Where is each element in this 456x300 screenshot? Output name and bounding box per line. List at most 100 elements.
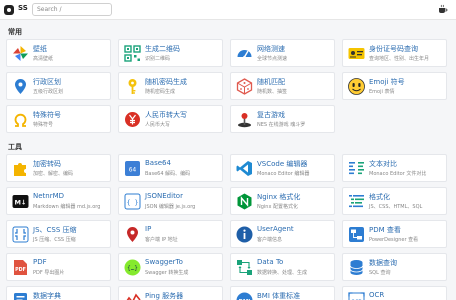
markdown-icon: M↓ xyxy=(12,193,29,210)
tool-card-title: 加密转码 xyxy=(33,160,61,168)
tool-card-description: JS 压缩、CSS 压缩 xyxy=(33,237,76,243)
tool-card-description: 全球节点测速 xyxy=(257,56,288,62)
tool-card-title: 特殊符号 xyxy=(33,111,61,119)
info-icon xyxy=(236,226,253,243)
puzzle-icon xyxy=(12,160,29,177)
tool-card-pdm[interactable]: PDM 查看 PowerDesigner 查看 xyxy=(342,220,447,248)
compress-icon xyxy=(12,226,29,243)
diff-icon xyxy=(348,160,365,177)
tool-card-format[interactable]: 格式化 JS、CSS、HTML、SQL xyxy=(342,187,447,215)
tool-card-title: 随机密码生成 xyxy=(145,78,187,86)
tool-card-diff[interactable]: 文本对比 Monaco Editor 文件对比 xyxy=(342,154,447,182)
pinwheel-icon xyxy=(12,45,29,62)
tool-card-compress[interactable]: JS、CSS 压缩 JS 压缩、CSS 压缩 xyxy=(6,220,111,248)
tool-card-title: 人民币转大写 xyxy=(145,111,187,119)
yuan-icon xyxy=(124,111,141,128)
data-to-icon xyxy=(236,259,253,276)
tool-card-description: 随机数、抽签 xyxy=(257,89,288,95)
ping-icon xyxy=(124,292,141,300)
tool-card-omega[interactable]: 特殊符号 特殊符号 xyxy=(6,105,111,133)
qrcode-icon xyxy=(124,45,141,62)
tool-card-title: UserAgent xyxy=(257,225,294,233)
tool-card-description: JSON 编辑器 je.js.org xyxy=(145,204,196,210)
tool-card-description: Monaco Editor 编辑器 xyxy=(257,171,310,177)
tool-card-title: Nginx 格式化 xyxy=(257,193,301,201)
tool-card-title: 行政区划 xyxy=(33,78,61,86)
pdf-icon: PDF xyxy=(12,259,29,276)
tool-card-id-card[interactable]: 身份证号码查询 查询地区、性别、出生年月 xyxy=(342,39,447,67)
tool-card-title: Base64 xyxy=(145,159,171,167)
svg-text:PDF: PDF xyxy=(15,267,26,273)
coffee-cup-icon[interactable] xyxy=(438,4,448,14)
tool-card-dice[interactable]: 随机匹配 随机数、抽签 xyxy=(230,72,335,100)
tool-card-key[interactable]: 随机密码生成 随机密码生成 xyxy=(118,72,223,100)
tool-card-nginx[interactable]: Nginx 格式化 Nginx 配置格式化 xyxy=(230,187,335,215)
tool-card-database[interactable]: 数据查询 SQL 查询 xyxy=(342,253,447,281)
tool-card-title: 格式化 xyxy=(369,193,390,201)
tool-card-description: 随机密码生成 xyxy=(145,89,176,95)
key-icon xyxy=(124,78,141,95)
tool-card-ip-pin[interactable]: IP 客户端 IP 地址 xyxy=(118,220,223,248)
tool-card-bmi[interactable]: BMIBMI 体重标准中国成人超重和肥胖标准 xyxy=(230,286,335,300)
tool-card-description: PDF 导出图片 xyxy=(33,270,65,276)
tool-card-description: 客户端 IP 地址 xyxy=(145,237,178,243)
tool-card-puzzle[interactable]: 加密转码 加密、解密、编码 xyxy=(6,154,111,182)
tool-card-description: 数据转换、处理、生成 xyxy=(257,270,308,276)
tool-card-description: NES 在线游戏 魂斗罗 xyxy=(257,122,306,128)
svg-text:M↓: M↓ xyxy=(15,199,27,207)
tool-card-yuan[interactable]: 人民币转大写 人民币大写 xyxy=(118,105,223,133)
tool-card-title: PDF xyxy=(33,258,47,266)
nginx-icon xyxy=(236,193,253,210)
tool-card-joystick[interactable]: 复古游戏 NES 在线游戏 魂斗罗 xyxy=(230,105,335,133)
tool-card-base64[interactable]: 64 Base64 Base64 解码、编码 xyxy=(118,154,223,182)
tool-card-title: JSONEditor xyxy=(145,192,183,200)
tool-card-title: IP xyxy=(145,225,152,233)
bmi-icon: BMI xyxy=(236,292,253,300)
tool-card-json[interactable]: { } JSONEditor JSON 编辑器 je.js.org xyxy=(118,187,223,215)
tool-card-pinwheel[interactable]: 壁纸 高清壁纸 xyxy=(6,39,111,67)
tool-card-description: SQL 查询 xyxy=(369,270,391,276)
tool-card-swagger[interactable]: {…} SwaggerTo Swagger 转换生成 xyxy=(118,253,223,281)
tool-card-speedometer[interactable]: 网络测速 全球节点测速 xyxy=(230,39,335,67)
swagger-icon: {…} xyxy=(124,259,141,276)
tool-card-title: 文本对比 xyxy=(369,160,397,168)
ocr-icon: OCR xyxy=(348,292,365,300)
pdm-icon xyxy=(348,226,365,243)
tool-card-title: Ping 服务器 xyxy=(145,292,184,300)
tool-card-title: JS、CSS 压缩 xyxy=(33,226,77,234)
location-pin-icon xyxy=(12,78,29,95)
tool-card-location-pin[interactable]: 行政区划五级行政区划 xyxy=(6,72,111,100)
tool-card-description: Markdown 编辑器 md.js.org xyxy=(33,204,101,210)
base64-icon: 64 xyxy=(124,160,141,177)
svg-text:{ }: { } xyxy=(127,199,139,207)
tool-card-ocr[interactable]: OCROCR识别图片内容 xyxy=(342,286,447,300)
emoji-icon xyxy=(348,78,365,95)
tool-card-title: BMI 体重标准 xyxy=(257,292,301,300)
tool-card-title: 数据字典 xyxy=(33,292,61,300)
tool-card-emoji[interactable]: Emoji 符号 Emoji 表情 xyxy=(342,72,447,100)
tool-card-ping[interactable]: Ping 服务器Ping 对象存储 xyxy=(118,286,223,300)
brand-name[interactable]: SS xyxy=(18,4,28,12)
joystick-icon xyxy=(236,111,253,128)
tool-card-title: SwaggerTo xyxy=(145,258,183,266)
search-input[interactable]: Search / xyxy=(32,3,112,16)
svg-text:64: 64 xyxy=(129,167,137,174)
dice-icon xyxy=(236,78,253,95)
tool-card-vscode[interactable]: VSCode 编辑器 Monaco Editor 编辑器 xyxy=(230,154,335,182)
section-title-common: 常用 xyxy=(8,28,22,36)
tool-card-markdown[interactable]: M↓ NetnrMD Markdown 编辑器 md.js.org xyxy=(6,187,111,215)
tool-card-description: JS、CSS、HTML、SQL xyxy=(369,204,423,210)
tool-card-qrcode[interactable]: 生成二维码 识别二维码 xyxy=(118,39,223,67)
tool-card-pdf[interactable]: PDF PDF PDF 导出图片 xyxy=(6,253,111,281)
tool-card-title: NetnrMD xyxy=(33,192,65,200)
vscode-icon xyxy=(236,160,253,177)
tool-card-dictionary[interactable]: 数据字典数据字典 xyxy=(6,286,111,300)
tool-card-title: 身份证号码查询 xyxy=(369,45,418,53)
tool-card-info[interactable]: UserAgent 客户端信息 xyxy=(230,220,335,248)
tool-card-data-to[interactable]: Data To 数据转换、处理、生成 xyxy=(230,253,335,281)
dictionary-icon xyxy=(12,292,29,300)
tool-card-title: Emoji 符号 xyxy=(369,78,405,86)
logo-icon[interactable] xyxy=(4,5,14,15)
tool-card-description: Base64 解码、编码 xyxy=(145,171,191,177)
tool-card-description: 五级行政区划 xyxy=(33,89,64,95)
